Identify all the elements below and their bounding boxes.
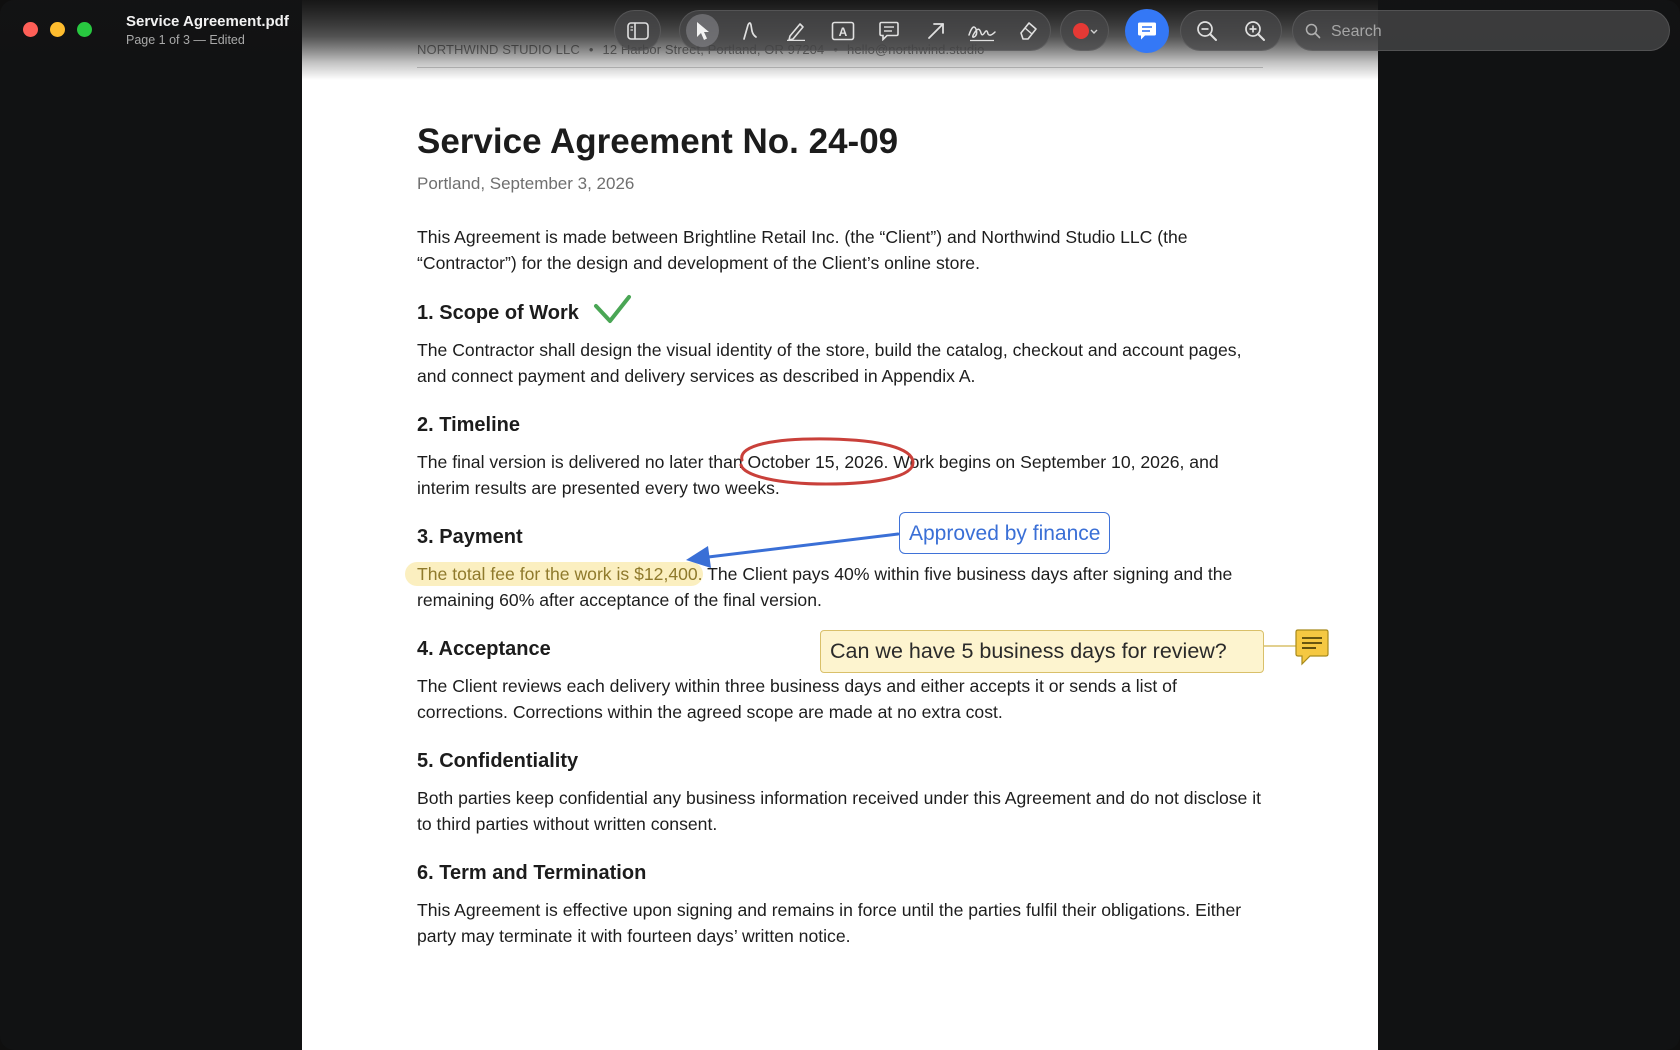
- window-title: Service Agreement.pdf: [126, 13, 289, 30]
- arrow-tool-button[interactable]: [919, 14, 952, 47]
- zoom-out-button[interactable]: [1190, 14, 1223, 47]
- text-box-icon: A: [831, 21, 854, 40]
- checkmark-annotation[interactable]: [594, 295, 631, 323]
- minimize-window-button[interactable]: [50, 22, 65, 37]
- arrow-icon: [927, 22, 944, 39]
- pointer-icon: [696, 21, 709, 40]
- zoom-in-icon: [1244, 20, 1265, 41]
- circle-annotation[interactable]: [739, 437, 915, 486]
- eraser-tool-button[interactable]: [1011, 14, 1044, 47]
- sidebar-toggle-button[interactable]: [621, 14, 654, 47]
- zoom-out-icon: [1196, 20, 1217, 41]
- zoom-in-button[interactable]: [1238, 14, 1271, 47]
- window-subtitle: Page 1 of 3 — Edited: [126, 33, 245, 47]
- color-picker-button[interactable]: [1066, 14, 1104, 47]
- comments-toggle-button[interactable]: [1125, 9, 1169, 53]
- annotation-layer: [594, 295, 1329, 666]
- approved-by-finance-callout[interactable]: Approved by finance: [899, 512, 1111, 554]
- sketch-icon: [742, 21, 757, 40]
- close-window-button[interactable]: [23, 22, 38, 37]
- speech-bubble-icon: [878, 21, 899, 41]
- search-icon: [1305, 23, 1321, 39]
- eraser-icon: [1019, 21, 1037, 40]
- pen-icon: [786, 22, 805, 41]
- svg-text:A: A: [838, 25, 847, 39]
- color-swatch-icon: [1073, 22, 1098, 39]
- review-note-popup[interactable]: Can we have 5 business days for review?: [820, 630, 1264, 673]
- sketch-tool-button[interactable]: [733, 14, 766, 47]
- search-input[interactable]: [1329, 20, 1653, 44]
- note-tool-button[interactable]: [872, 14, 905, 47]
- signature-tool-button[interactable]: [965, 14, 998, 47]
- text-box-tool-button[interactable]: A: [826, 14, 859, 47]
- note-icon[interactable]: [1295, 629, 1329, 666]
- zoom-window-button[interactable]: [77, 22, 92, 37]
- select-tool-button[interactable]: [686, 14, 719, 47]
- preview-window: NORTHWIND STUDIO LLC•12 Harbor Street, P…: [0, 0, 1680, 1050]
- comment-icon: [1138, 22, 1156, 40]
- sidebar-icon: [626, 21, 649, 40]
- signature-icon: [967, 25, 996, 41]
- search-field[interactable]: [1292, 10, 1670, 51]
- highlight-tool-button[interactable]: [779, 14, 812, 47]
- arrow-annotation[interactable]: [686, 532, 900, 568]
